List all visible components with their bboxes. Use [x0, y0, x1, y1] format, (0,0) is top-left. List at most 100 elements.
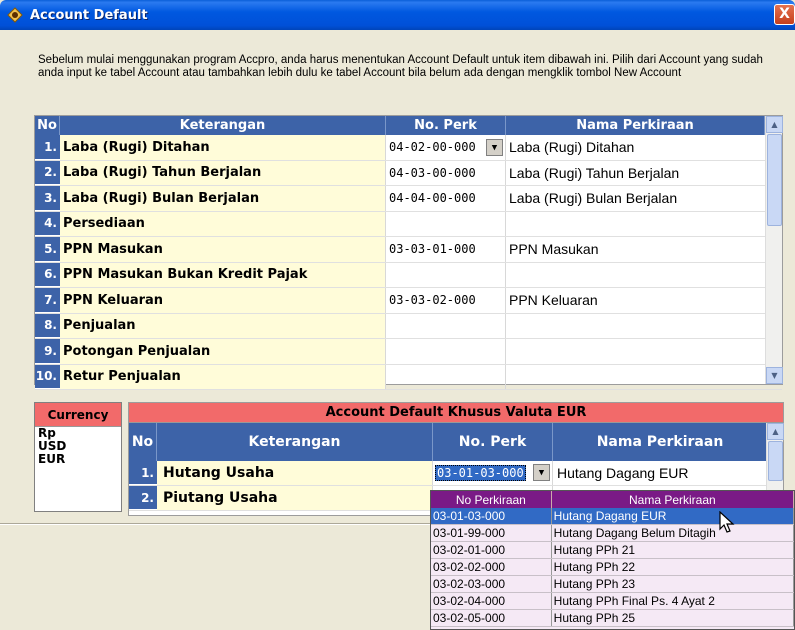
- row-nama-perkiraan: Laba (Rugi) Bulan Berjalan: [509, 190, 678, 207]
- no-perk-value[interactable]: 03-03-01-000: [389, 242, 476, 256]
- row-no-perk[interactable]: [386, 339, 506, 364]
- row-no-perk[interactable]: 04-04-00-000: [386, 186, 506, 211]
- table-row[interactable]: 9. Potongan Penjualan: [35, 339, 782, 365]
- currency-header: Currency: [35, 403, 121, 427]
- row-nama-perkiraan: [506, 365, 765, 390]
- table-row[interactable]: 3. Laba (Rugi) Bulan Berjalan 04-04-00-000…: [35, 186, 782, 212]
- row-no-perk[interactable]: 03-03-02-000: [386, 288, 506, 313]
- intro-text: Sebelum mulai menggunakan program Accpro…: [38, 54, 763, 79]
- chevron-down-icon[interactable]: ▼: [486, 139, 503, 156]
- row-keterangan: Penjualan: [60, 313, 386, 338]
- row-number: 5.: [35, 237, 60, 262]
- option-no-perkiraan: 03-02-04-000: [431, 593, 552, 609]
- no-perk-value[interactable]: 04-03-00-000: [389, 166, 476, 180]
- row-no-perk[interactable]: 04-02-00-000 ▼: [386, 135, 506, 160]
- table-row[interactable]: 1. Laba (Rugi) Ditahan 04-02-00-000 ▼ Laba (…: [35, 135, 782, 161]
- row-nama-perkiraan: Laba (Rugi) Ditahan: [509, 139, 635, 156]
- dropdown-option[interactable]: 03-01-03-000 Hutang Dagang EUR: [431, 508, 794, 525]
- row-nama-perkiraan: PPN Masukan: [509, 241, 599, 258]
- row-no-perk[interactable]: [386, 313, 506, 338]
- table-row[interactable]: 7. PPN Keluaran 03-03-02-000 PPN Keluaran: [35, 288, 782, 314]
- header-nama-perkiraan: Nama Perkiraan: [553, 423, 768, 461]
- scroll-thumb[interactable]: [767, 134, 782, 226]
- window-title: Account Default: [30, 7, 148, 23]
- close-button[interactable]: X: [774, 4, 795, 25]
- row-keterangan: Persediaan: [60, 211, 386, 236]
- header-nama-perkiraan: Nama Perkiraan: [506, 116, 765, 135]
- dropdown-header-nama: Nama Perkiraan: [552, 491, 794, 508]
- row-number: 9.: [35, 339, 60, 364]
- scroll-down-icon[interactable]: ▼: [766, 367, 783, 384]
- option-nama-perkiraan: Hutang Dagang Belum Ditagih: [552, 525, 794, 541]
- header-keterangan: Keterangan: [60, 116, 386, 135]
- vertical-scrollbar[interactable]: ▲ ▼: [765, 116, 783, 384]
- dropdown-option[interactable]: 03-02-04-000 Hutang PPh Final Ps. 4 Ayat …: [431, 593, 794, 610]
- row-no-perk[interactable]: 04-03-00-000: [386, 160, 506, 185]
- row-number: 4.: [35, 211, 60, 236]
- no-perk-value[interactable]: 03-01-03-000: [435, 465, 526, 481]
- row-no-perk[interactable]: [386, 211, 506, 236]
- dropdown-option[interactable]: 03-02-01-000 Hutang PPh 21: [431, 542, 794, 559]
- row-number: 7.: [35, 288, 60, 313]
- chevron-down-icon[interactable]: ▼: [533, 464, 550, 481]
- option-no-perkiraan: 03-02-01-000: [431, 542, 552, 558]
- option-no-perkiraan: 03-02-05-000: [431, 610, 552, 626]
- option-nama-perkiraan: Hutang Dagang EUR: [552, 508, 794, 524]
- row-keterangan: Laba (Rugi) Ditahan: [60, 135, 386, 160]
- row-no-perk[interactable]: [386, 364, 506, 389]
- grid-body: 1. Laba (Rugi) Ditahan 04-02-00-000 ▼ Laba (…: [35, 135, 782, 390]
- title-bar: Account Default X: [0, 0, 795, 30]
- account-dropdown-list[interactable]: No Perkiraan Nama Perkiraan 03-01-03-000…: [430, 490, 795, 630]
- row-number: 6.: [35, 262, 60, 287]
- row-nama-perkiraan: PPN Keluaran: [509, 292, 598, 309]
- option-no-perkiraan: 03-02-02-000: [431, 559, 552, 575]
- dropdown-option[interactable]: 03-02-05-000 Hutang PPh 25: [431, 610, 794, 627]
- no-perk-combo[interactable]: 03-01-03-000 ▼: [433, 461, 553, 485]
- row-nama-perkiraan: Laba (Rugi) Tahun Berjalan: [509, 164, 680, 181]
- row-keterangan: PPN Masukan: [60, 237, 386, 262]
- row-nama-perkiraan: [506, 212, 765, 237]
- row-keterangan: PPN Keluaran: [60, 288, 386, 313]
- no-perk-value[interactable]: 04-02-00-000: [389, 140, 476, 154]
- dropdown-body: 03-01-03-000 Hutang Dagang EUR 03-01-99-00…: [431, 508, 794, 627]
- row-nama-perkiraan: [506, 263, 765, 288]
- header-no: No: [129, 423, 157, 461]
- scroll-thumb[interactable]: [768, 441, 783, 481]
- row-number: 1.: [129, 461, 157, 485]
- option-nama-perkiraan: Hutang PPh 22: [552, 559, 794, 575]
- option-nama-perkiraan: Hutang PPh Final Ps. 4 Ayat 2: [552, 593, 794, 609]
- option-no-perkiraan: 03-01-03-000: [431, 508, 552, 524]
- dropdown-option[interactable]: 03-01-99-000 Hutang Dagang Belum Ditagih: [431, 525, 794, 542]
- table-row[interactable]: 2. Laba (Rugi) Tahun Berjalan 04-03-00-000…: [35, 160, 782, 186]
- account-default-grid: No Keterangan No. Perk Nama Perkiraan 1.…: [34, 115, 783, 390]
- row-no-perk[interactable]: [386, 262, 506, 287]
- table-row[interactable]: 1. Hutang Usaha 03-01-03-000 ▼ Hutang Da…: [129, 461, 783, 486]
- dropdown-option[interactable]: 03-02-02-000 Hutang PPh 22: [431, 559, 794, 576]
- no-perk-value[interactable]: 04-04-00-000: [389, 191, 476, 205]
- option-nama-perkiraan: Hutang PPh 21: [552, 542, 794, 558]
- currency-item[interactable]: EUR: [35, 453, 121, 466]
- row-keterangan: Potongan Penjualan: [60, 339, 386, 364]
- row-keterangan: Retur Penjualan: [60, 364, 386, 389]
- table-row[interactable]: 10. Retur Penjualan: [35, 364, 782, 390]
- scroll-up-icon[interactable]: ▲: [767, 423, 784, 440]
- dropdown-option[interactable]: 03-02-03-000 Hutang PPh 23: [431, 576, 794, 593]
- row-number: 2.: [35, 160, 60, 185]
- table-row[interactable]: 6. PPN Masukan Bukan Kredit Pajak: [35, 262, 782, 288]
- row-number: 3.: [35, 186, 60, 211]
- row-keterangan: Laba (Rugi) Tahun Berjalan: [60, 160, 386, 185]
- header-no-perk: No. Perk: [386, 116, 506, 135]
- row-nama-perkiraan: Hutang Dagang EUR: [557, 465, 689, 481]
- row-no-perk[interactable]: 03-03-01-000: [386, 237, 506, 262]
- table-row[interactable]: 5. PPN Masukan 03-03-01-000 PPN Masukan: [35, 237, 782, 263]
- row-number: 10.: [35, 364, 60, 389]
- table-row[interactable]: 4. Persediaan: [35, 211, 782, 237]
- option-nama-perkiraan: Hutang PPh 25: [552, 610, 794, 626]
- row-keterangan: Hutang Usaha: [157, 461, 433, 485]
- grid-header: No Keterangan No. Perk Nama Perkiraan: [35, 116, 782, 135]
- scroll-up-icon[interactable]: ▲: [766, 116, 783, 133]
- no-perk-value[interactable]: 03-03-02-000: [389, 293, 476, 307]
- valuta-grid-header: No Keterangan No. Perk Nama Perkiraan: [129, 423, 783, 461]
- table-row[interactable]: 8. Penjualan: [35, 313, 782, 339]
- row-number: 2.: [129, 486, 157, 510]
